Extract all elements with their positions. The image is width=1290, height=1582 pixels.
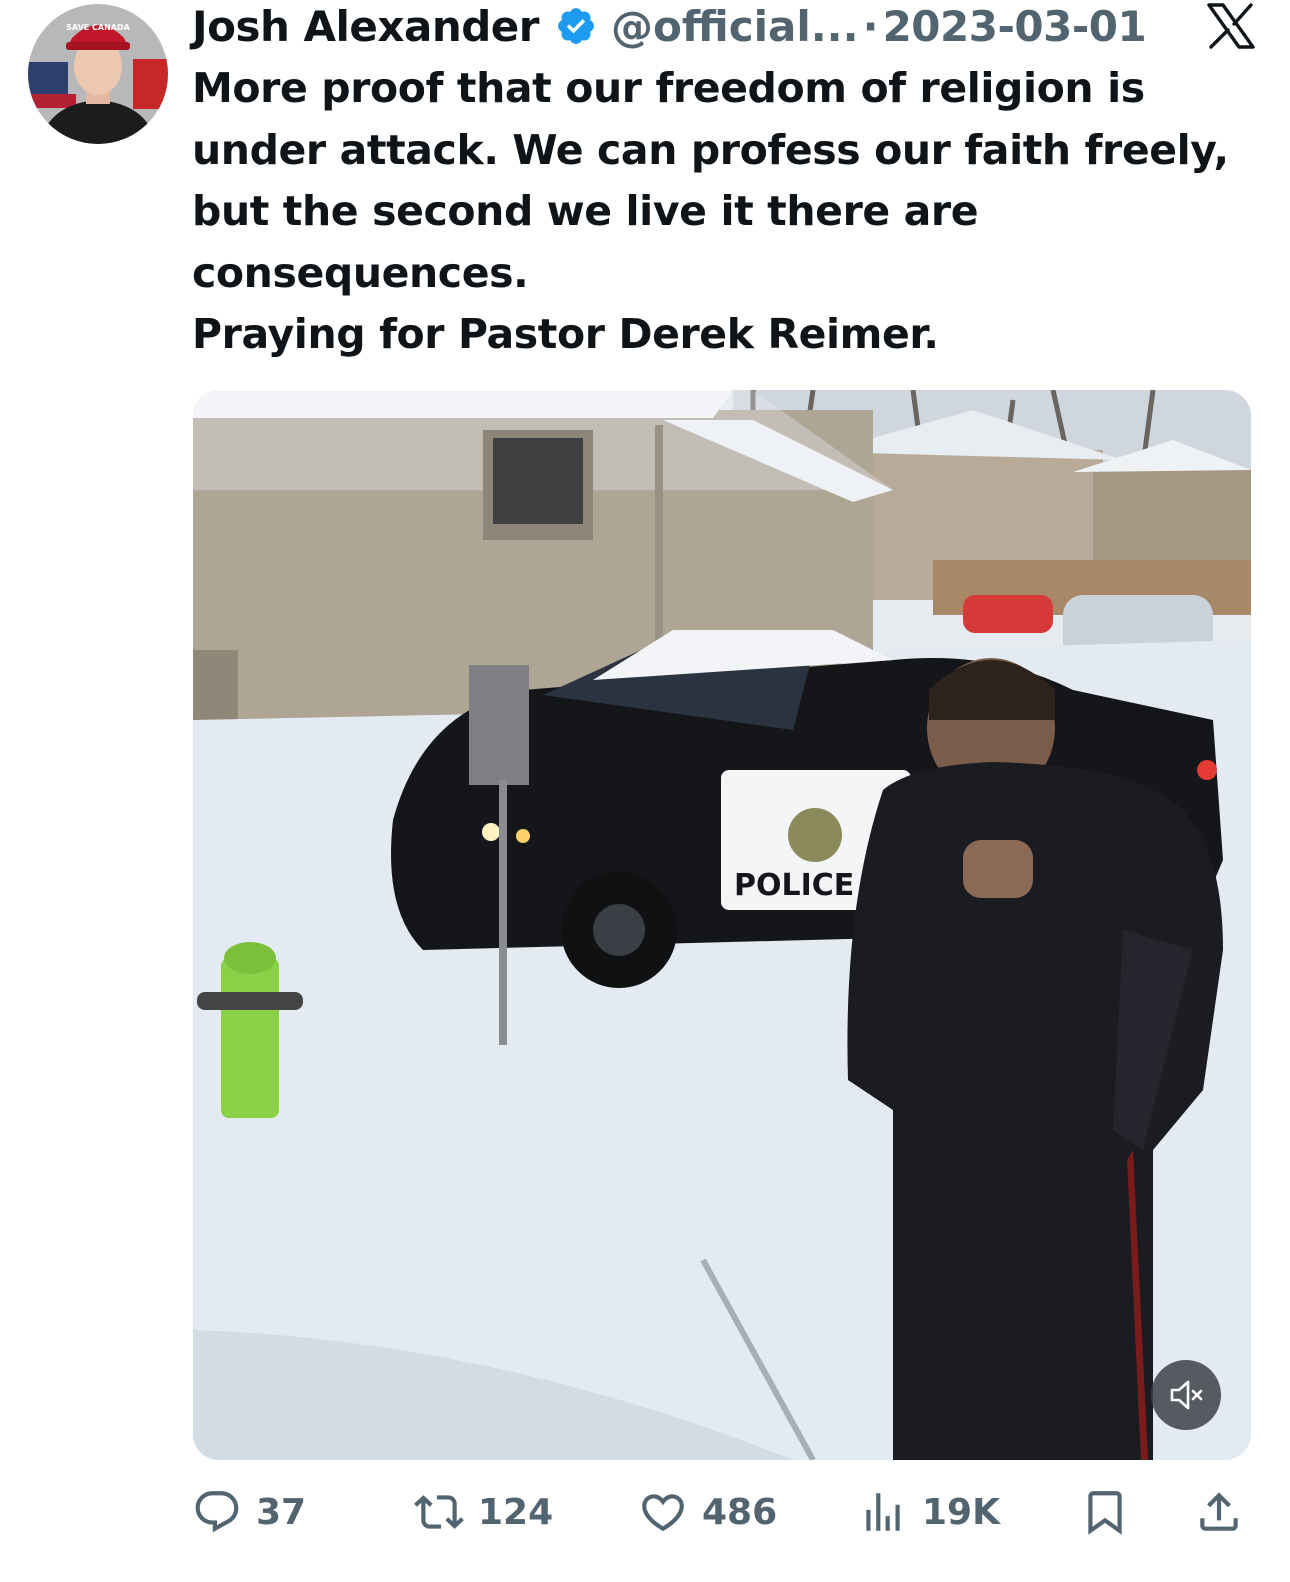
video-media[interactable]: POLICE — [193, 390, 1251, 1460]
video-frame: POLICE — [193, 390, 1251, 1460]
repost-icon — [414, 1495, 464, 1529]
share-button[interactable] — [1194, 1482, 1244, 1542]
views-count: 19K — [922, 1491, 1000, 1533]
repost-count: 124 — [478, 1491, 554, 1533]
views-icon — [866, 1493, 900, 1531]
like-icon — [642, 1494, 684, 1532]
x-logo-icon — [1207, 3, 1255, 49]
reply-icon — [195, 1491, 239, 1533]
tweet-text: More proof that our freedom of religion … — [192, 58, 1262, 366]
police-car-text: POLICE — [734, 868, 854, 903]
reply-count: 37 — [256, 1491, 307, 1533]
like-button[interactable]: 486 — [638, 1482, 777, 1542]
share-icon — [1200, 1492, 1238, 1531]
reply-button[interactable]: 37 — [192, 1482, 306, 1542]
tweet-date[interactable]: 2023-03-01 — [883, 2, 1147, 51]
avatar-hat-text: SAVE CANADA — [66, 23, 130, 32]
mute-icon — [1170, 1380, 1203, 1410]
bookmark-icon — [1088, 1491, 1122, 1535]
like-count: 486 — [702, 1491, 778, 1533]
action-bar: 37 124 486 19K — [192, 1482, 1252, 1542]
views-button[interactable]: 19K — [858, 1482, 1000, 1542]
author-name[interactable]: Josh Alexander — [192, 2, 540, 51]
mute-button[interactable] — [1151, 1360, 1221, 1430]
author-handle[interactable]: @official... — [611, 2, 859, 51]
tweet-header: Josh Alexander @official... · 2023-03-01 — [192, 0, 1282, 52]
header-separator: · — [862, 1, 879, 51]
tweet-paragraph: Praying for Pastor Derek Reimer. — [192, 310, 939, 358]
author-avatar[interactable]: SAVE CANADA — [28, 4, 168, 144]
verified-badge-icon — [558, 8, 594, 44]
bookmark-button[interactable] — [1080, 1482, 1130, 1542]
avatar-image: SAVE CANADA — [28, 4, 168, 144]
repost-button[interactable]: 124 — [414, 1482, 553, 1542]
tweet-paragraph: More proof that our freedom of religion … — [192, 64, 1229, 297]
